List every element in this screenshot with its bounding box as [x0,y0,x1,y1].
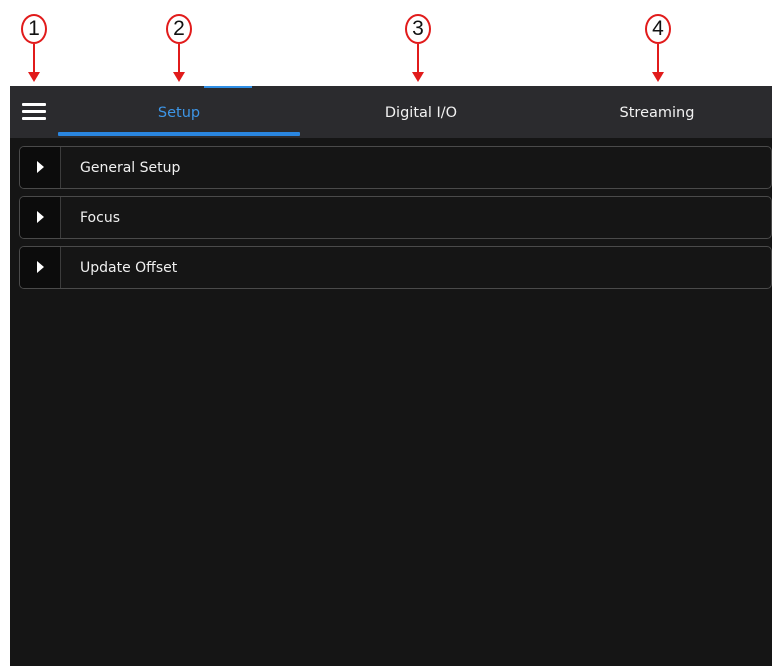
hamburger-menu-icon[interactable] [22,102,46,122]
callout-arrow-stem [33,44,35,74]
callout-1: 1 [15,14,55,86]
tab-streaming[interactable]: Streaming [542,86,772,138]
arrow-down-icon [173,72,185,82]
expand-toggle-button[interactable] [20,147,61,188]
callout-3: 3 [399,14,439,86]
section-focus[interactable]: Focus [19,196,772,239]
app-window: Setup Digital I/O Streaming General Setu… [10,86,772,666]
section-label: General Setup [80,160,181,176]
callout-4: 4 [639,14,679,86]
arrow-down-icon [28,72,40,82]
callout-number: 4 [645,14,671,44]
callout-arrow-stem [657,44,659,74]
section-label: Update Offset [80,260,178,276]
callout-2: 2 [160,14,200,86]
callout-number: 3 [405,14,431,44]
section-label: Focus [80,210,120,226]
expand-toggle-button[interactable] [20,197,61,238]
expand-toggle-button[interactable] [20,247,61,288]
callout-arrow-stem [178,44,180,74]
triangle-right-icon [37,211,44,223]
tab-setup[interactable]: Setup [58,86,300,138]
arrow-down-icon [412,72,424,82]
callout-arrow-stem [417,44,419,74]
triangle-right-icon [37,161,44,173]
triangle-right-icon [37,261,44,273]
section-general-setup[interactable]: General Setup [19,146,772,189]
active-tab-indicator [58,132,300,136]
callout-number: 2 [166,14,192,44]
tab-digital-io[interactable]: Digital I/O [300,86,542,138]
arrow-down-icon [652,72,664,82]
callout-number: 1 [21,14,47,44]
section-update-offset[interactable]: Update Offset [19,246,772,289]
tab-bar: Setup Digital I/O Streaming [10,86,772,138]
